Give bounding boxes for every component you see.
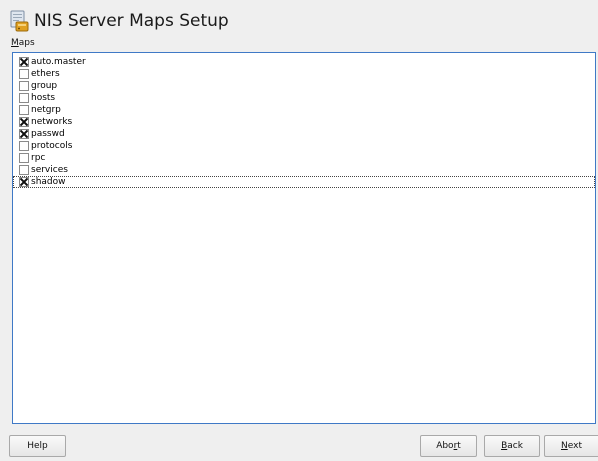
map-checkbox[interactable] bbox=[19, 141, 29, 151]
map-checkbox[interactable] bbox=[19, 177, 29, 187]
map-item-label: networks bbox=[31, 117, 73, 127]
maps-label: Maps bbox=[11, 38, 35, 48]
map-item-ethers[interactable]: ethers bbox=[13, 68, 595, 80]
map-item-label: services bbox=[31, 165, 68, 175]
maps-list[interactable]: auto.master ethers group hosts netgrp network… bbox=[12, 52, 596, 424]
help-button[interactable]: Help bbox=[9, 435, 66, 457]
map-item-shadow[interactable]: shadow bbox=[13, 176, 595, 188]
map-checkbox[interactable] bbox=[19, 81, 29, 91]
map-checkbox[interactable] bbox=[19, 93, 29, 103]
map-item-passwd[interactable]: passwd bbox=[13, 128, 595, 140]
map-item-label: shadow bbox=[31, 177, 66, 187]
map-checkbox[interactable] bbox=[19, 165, 29, 175]
back-button[interactable]: Back bbox=[484, 435, 540, 457]
map-item-networks[interactable]: networks bbox=[13, 116, 595, 128]
map-item-auto-master[interactable]: auto.master bbox=[13, 56, 595, 68]
map-item-label: auto.master bbox=[31, 57, 86, 67]
map-item-group[interactable]: group bbox=[13, 80, 595, 92]
server-document-icon bbox=[10, 10, 29, 32]
map-item-services[interactable]: services bbox=[13, 164, 595, 176]
map-item-protocols[interactable]: protocols bbox=[13, 140, 595, 152]
map-item-label: passwd bbox=[31, 129, 65, 139]
map-item-label: group bbox=[31, 81, 58, 91]
map-item-netgrp[interactable]: netgrp bbox=[13, 104, 595, 116]
map-item-label: ethers bbox=[31, 69, 60, 79]
map-checkbox[interactable] bbox=[19, 69, 29, 79]
map-item-hosts[interactable]: hosts bbox=[13, 92, 595, 104]
map-item-label: rpc bbox=[31, 153, 46, 163]
next-button[interactable]: Next bbox=[544, 435, 598, 457]
page-title: NIS Server Maps Setup bbox=[34, 11, 229, 31]
map-checkbox[interactable] bbox=[19, 105, 29, 115]
map-item-label: netgrp bbox=[31, 105, 61, 115]
map-checkbox[interactable] bbox=[19, 117, 29, 127]
abort-button[interactable]: Abo r t bbox=[420, 435, 477, 457]
map-item-rpc[interactable]: rpc bbox=[13, 152, 595, 164]
map-item-label: protocols bbox=[31, 141, 73, 151]
map-checkbox[interactable] bbox=[19, 153, 29, 163]
map-item-label: hosts bbox=[31, 93, 56, 103]
map-checkbox[interactable] bbox=[19, 129, 29, 139]
page-header: NIS Server Maps Setup bbox=[9, 7, 229, 35]
map-checkbox[interactable] bbox=[19, 57, 29, 67]
